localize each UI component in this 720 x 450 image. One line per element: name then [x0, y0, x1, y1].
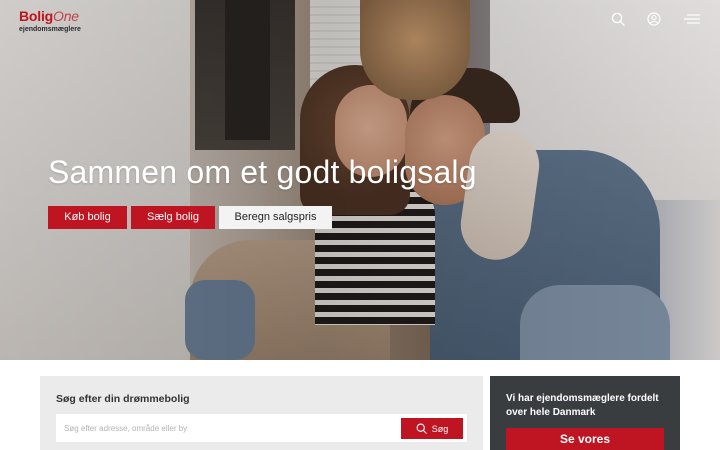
agents-text: Vi har ejendomsmæglere fordelt over hele…: [506, 393, 659, 418]
logo-one: One: [53, 8, 79, 24]
search-button-icon: [416, 423, 427, 434]
search-input[interactable]: [64, 414, 394, 442]
search-button[interactable]: Søg: [401, 418, 463, 439]
user-icon[interactable]: [647, 12, 661, 26]
buy-home-button[interactable]: Køb bolig: [48, 206, 127, 229]
search-panel: Søg efter din drømmebolig Søg: [40, 376, 483, 450]
hero-title: Sammen om et godt boligsalg: [48, 154, 477, 190]
site-logo[interactable]: BoligOne ejendomsmæglere: [19, 8, 81, 34]
logo-subtitle: ejendomsmæglere: [19, 26, 81, 33]
search-box: Søg: [56, 414, 467, 442]
sell-home-button[interactable]: Sælg bolig: [131, 206, 215, 229]
menu-icon[interactable]: [684, 12, 700, 26]
calculate-price-button[interactable]: Beregn salgspris: [219, 206, 332, 229]
logo-bolig: Bolig: [19, 8, 53, 24]
search-icon[interactable]: [611, 12, 625, 26]
see-agents-button[interactable]: Se vores: [506, 428, 664, 450]
search-title: Søg efter din drømmebolig: [56, 393, 190, 405]
search-button-label: Søg: [431, 423, 449, 434]
agents-panel: Vi har ejendomsmæglere fordelt over hele…: [490, 376, 680, 450]
